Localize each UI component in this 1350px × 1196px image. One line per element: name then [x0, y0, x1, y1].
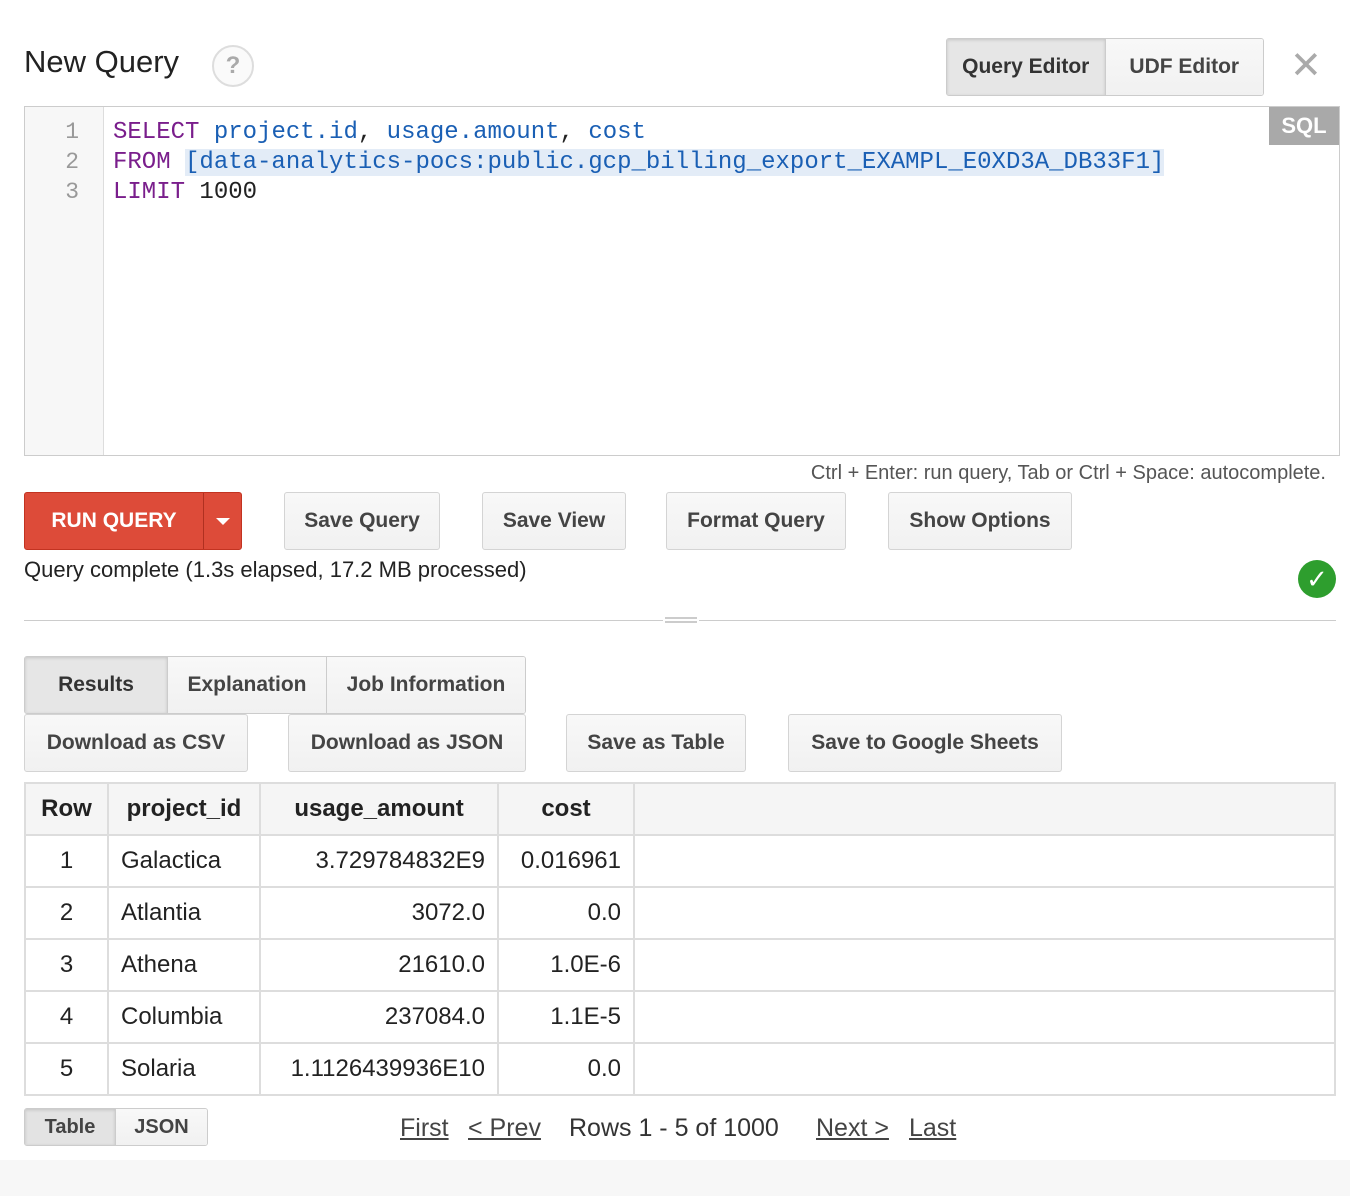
- cell-cost: 0.016961: [497, 834, 635, 888]
- cell-usage-amount: 1.1126439936E10: [259, 1042, 499, 1096]
- tab-json-view[interactable]: JSON: [115, 1109, 207, 1145]
- run-query-button[interactable]: RUN QUERY: [24, 492, 242, 550]
- cell-row: 4: [24, 990, 109, 1044]
- keyboard-hint: Ctrl + Enter: run query, Tab or Ctrl + S…: [810, 462, 1326, 484]
- cell-cost: 1.1E-5: [497, 990, 635, 1044]
- cell-row: 3: [24, 938, 109, 992]
- column-header: project_id: [107, 782, 261, 836]
- sql-punctuation: ,: [357, 119, 387, 146]
- tab-results[interactable]: Results: [25, 657, 167, 713]
- sql-punctuation: ,: [559, 119, 589, 146]
- code-line-2: FROM [data-analytics-pocs:public.gcp_bil…: [113, 149, 1165, 176]
- pager-last-link[interactable]: Last: [909, 1114, 956, 1142]
- cell-spacer: [633, 990, 1336, 1044]
- cell-spacer: [633, 886, 1336, 940]
- column-header: cost: [497, 782, 635, 836]
- cell-cost: 0.0: [497, 1042, 635, 1096]
- run-options-dropdown[interactable]: [203, 493, 241, 549]
- result-tabs: Results Explanation Job Information: [24, 656, 526, 714]
- table-row: 5 Solaria 1.1126439936E10 0.0: [24, 1042, 1336, 1096]
- pager-next-wrap: Next >: [816, 1114, 889, 1143]
- tab-job-information[interactable]: Job Information: [326, 657, 525, 713]
- cell-project-id: Columbia: [107, 990, 261, 1044]
- page-title: New Query: [24, 44, 180, 79]
- tab-query-editor[interactable]: Query Editor: [947, 39, 1105, 95]
- column-header: Row: [24, 782, 109, 836]
- cell-usage-amount: 3072.0: [259, 886, 499, 940]
- table-row: 1 Galactica 3.729784832E9 0.016961: [24, 834, 1336, 888]
- line-gutter: 1 2 3: [25, 107, 104, 455]
- cell-cost: 1.0E-6: [497, 938, 635, 992]
- pager-prev-wrap: < Prev: [468, 1114, 541, 1143]
- pager-summary: Rows 1 - 5 of 1000: [569, 1114, 779, 1142]
- cell-project-id: Athena: [107, 938, 261, 992]
- show-options-button[interactable]: Show Options: [888, 492, 1072, 550]
- sql-literal: 1000: [199, 179, 258, 206]
- download-csv-button[interactable]: Download as CSV: [24, 714, 248, 772]
- sql-keyword: LIMIT: [113, 179, 186, 206]
- cell-project-id: Galactica: [107, 834, 261, 888]
- cell-project-id: Solaria: [107, 1042, 261, 1096]
- cell-row: 2: [24, 886, 109, 940]
- sql-keyword: SELECT: [113, 119, 200, 146]
- check-icon: ✓: [1298, 560, 1336, 598]
- cell-usage-amount: 21610.0: [259, 938, 499, 992]
- table-row: 3 Athena 21610.0 1.0E-6: [24, 938, 1336, 992]
- code-line-1: SELECT project.id, usage.amount, cost: [113, 119, 646, 146]
- column-header: usage_amount: [259, 782, 499, 836]
- pager-last-wrap: Last: [909, 1114, 956, 1143]
- download-json-button[interactable]: Download as JSON: [288, 714, 526, 772]
- footer-band: [0, 1160, 1350, 1196]
- save-view-button[interactable]: Save View: [482, 492, 626, 550]
- table-row: 4 Columbia 237084.0 1.1E-5: [24, 990, 1336, 1044]
- run-query-label[interactable]: RUN QUERY: [25, 493, 203, 549]
- sql-identifier: usage.amount: [386, 119, 560, 146]
- cell-project-id: Atlantia: [107, 886, 261, 940]
- cell-cost: 0.0: [497, 886, 635, 940]
- language-badge: SQL: [1269, 107, 1339, 145]
- cell-spacer: [633, 834, 1336, 888]
- chevron-down-icon: [215, 517, 230, 525]
- view-toggle: Table JSON: [24, 1108, 208, 1146]
- pager-next-link[interactable]: Next >: [816, 1114, 889, 1142]
- sql-identifier: cost: [588, 119, 646, 146]
- cell-usage-amount: 3.729784832E9: [259, 834, 499, 888]
- save-to-sheets-button[interactable]: Save to Google Sheets: [788, 714, 1062, 772]
- sql-identifier: project.id: [213, 119, 358, 146]
- column-header-spacer: [633, 782, 1336, 836]
- cell-usage-amount: 237084.0: [259, 990, 499, 1044]
- tab-explanation[interactable]: Explanation: [167, 657, 326, 713]
- sql-table-name: [data-analytics-pocs:public.gcp_billing_…: [185, 149, 1165, 176]
- pager-first-link[interactable]: First: [400, 1114, 449, 1142]
- editor-toggle: Query Editor UDF Editor: [946, 38, 1264, 96]
- tab-table-view[interactable]: Table: [25, 1109, 115, 1145]
- line-number: 3: [65, 179, 79, 205]
- pager-first-wrap: First: [400, 1114, 449, 1143]
- query-editor[interactable]: 1 2 3 SELECT project.id, usage.amount, c…: [24, 106, 1340, 456]
- cell-row: 5: [24, 1042, 109, 1096]
- format-query-button[interactable]: Format Query: [666, 492, 846, 550]
- sql-keyword: FROM: [113, 149, 171, 176]
- table-row: 2 Atlantia 3072.0 0.0: [24, 886, 1336, 940]
- tab-udf-editor[interactable]: UDF Editor: [1104, 39, 1263, 95]
- save-as-table-button[interactable]: Save as Table: [566, 714, 746, 772]
- save-query-button[interactable]: Save Query: [284, 492, 440, 550]
- cell-spacer: [633, 1042, 1336, 1096]
- query-status: Query complete (1.3s elapsed, 17.2 MB pr…: [24, 557, 527, 582]
- help-icon[interactable]: ?: [212, 45, 254, 87]
- code-line-3: LIMIT 1000: [113, 179, 257, 206]
- line-number: 2: [65, 149, 79, 175]
- resize-handle[interactable]: [663, 614, 699, 626]
- results-table: Row project_id usage_amount cost 1 Galac…: [24, 782, 1336, 1096]
- table-header-row: Row project_id usage_amount cost: [24, 782, 1336, 836]
- line-number: 1: [65, 119, 79, 145]
- cell-row: 1: [24, 834, 109, 888]
- close-icon[interactable]: ✕: [1290, 46, 1322, 86]
- cell-spacer: [633, 938, 1336, 992]
- pager-prev-link[interactable]: < Prev: [468, 1114, 541, 1142]
